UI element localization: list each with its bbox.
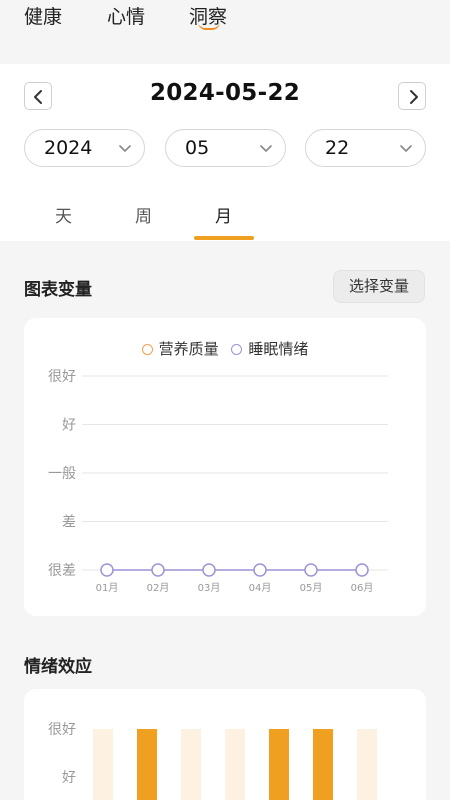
bar-chart: 很好好 (48, 722, 377, 800)
y-tick-label: 很好 (48, 722, 76, 738)
bar (93, 729, 113, 800)
bar (137, 729, 157, 800)
bar (269, 729, 289, 800)
bar (181, 729, 201, 800)
bar (357, 729, 377, 800)
y-tick-label: 好 (62, 770, 76, 786)
bar (225, 729, 245, 800)
bar (313, 729, 333, 800)
